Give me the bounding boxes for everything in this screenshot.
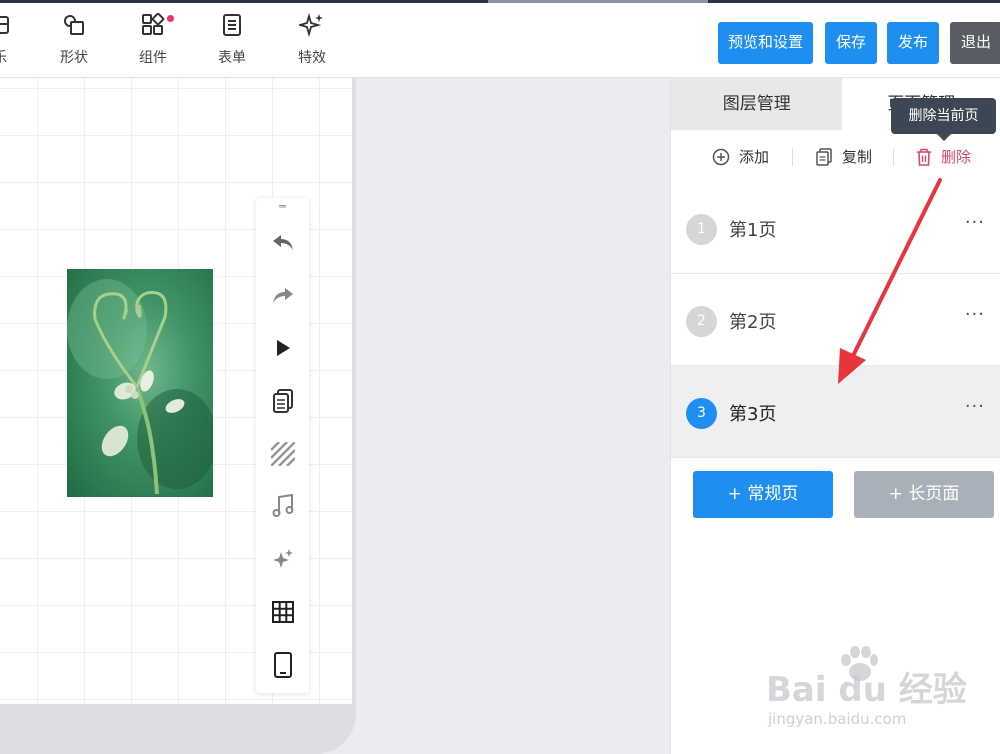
more-icon[interactable]: ··· <box>965 304 985 325</box>
toolbar-form[interactable]: 表单 <box>202 11 262 67</box>
page-name: 第3页 <box>729 404 777 425</box>
delete-label: 删除 <box>941 148 972 166</box>
page-number-badge: 2 <box>686 306 717 337</box>
grid-icon[interactable] <box>256 586 309 639</box>
pattern-icon[interactable] <box>256 427 309 480</box>
plus-circle-icon <box>712 148 730 166</box>
toolbar-music[interactable]: 乐 <box>0 11 30 67</box>
page-name: 第1页 <box>729 220 777 241</box>
more-icon[interactable]: ··· <box>965 396 985 417</box>
widget-icon <box>123 11 183 39</box>
more-icon[interactable]: ··· <box>965 212 985 233</box>
toolbar-widget[interactable]: 组件 <box>123 11 183 67</box>
add-label: 添加 <box>739 148 770 166</box>
sparkle-icon[interactable] <box>256 533 309 586</box>
divider <box>792 148 793 166</box>
canvas-edge <box>352 78 356 704</box>
play-icon[interactable] <box>256 322 309 375</box>
shape-icon <box>44 11 104 39</box>
add-page-button[interactable]: 添加 <box>712 142 769 172</box>
copy-label: 复制 <box>842 148 873 166</box>
baidu-watermark: Bai du 经验 jingyan.baidu.com <box>764 646 994 742</box>
canvas-side-toolbar: ═ <box>256 198 309 693</box>
page-name: 第2页 <box>729 312 777 333</box>
music-icon <box>0 11 30 39</box>
add-normal-page-button[interactable]: + 常规页 <box>693 471 833 518</box>
phone-icon[interactable] <box>256 638 309 691</box>
notification-dot <box>167 15 174 22</box>
toolbar-label: 乐 <box>0 47 30 67</box>
page-item[interactable]: 1 第1页 ··· <box>671 182 1000 274</box>
save-button[interactable]: 保存 <box>825 22 877 64</box>
canvas-footer <box>0 704 356 754</box>
trash-icon <box>917 148 931 166</box>
redo-icon[interactable] <box>256 269 309 322</box>
watermark-brand: Bai du 经验 <box>766 670 967 710</box>
publish-button[interactable]: 发布 <box>887 22 939 64</box>
divider <box>893 148 894 166</box>
copy-icon <box>816 148 832 166</box>
copy-page-button[interactable]: 复制 <box>815 142 872 172</box>
toolbar-label: 特效 <box>298 50 326 66</box>
exit-button[interactable]: 退出 <box>950 22 1000 64</box>
canvas-image[interactable] <box>67 269 213 497</box>
page-item[interactable]: 2 第2页 ··· <box>671 274 1000 366</box>
page-number-badge: 1 <box>686 214 717 245</box>
delete-page-button[interactable]: 删除 <box>916 142 971 172</box>
add-long-page-button[interactable]: + 长页面 <box>854 471 994 518</box>
watermark-url: jingyan.baidu.com <box>768 710 907 728</box>
page-actions: 添加 复制 删除 <box>671 142 1000 172</box>
top-toolbar: 乐 形状 组件 表单 特效 预览和设置 保存 发布 退出 <box>0 3 1000 78</box>
preview-settings-button[interactable]: 预览和设置 <box>718 22 813 64</box>
toolbar-label: 表单 <box>218 50 246 66</box>
copy-icon[interactable] <box>256 374 309 427</box>
toolbar-label: 组件 <box>139 50 167 66</box>
toolbar-effects[interactable]: 特效 <box>282 11 342 67</box>
page-number-badge: 3 <box>686 398 717 429</box>
sparkle-icon <box>282 11 342 39</box>
undo-icon[interactable] <box>256 216 309 269</box>
form-icon <box>202 11 262 39</box>
tab-layer-management[interactable]: 图层管理 <box>671 78 843 130</box>
toolbar-label: 形状 <box>60 50 88 66</box>
drag-handle-icon[interactable]: ═ <box>256 198 309 216</box>
page-item-active[interactable]: 3 第3页 ··· <box>671 366 1000 458</box>
music-note-icon[interactable] <box>256 480 309 533</box>
toolbar-shape[interactable]: 形状 <box>44 11 104 67</box>
delete-tooltip: 删除当前页 <box>891 98 996 141</box>
